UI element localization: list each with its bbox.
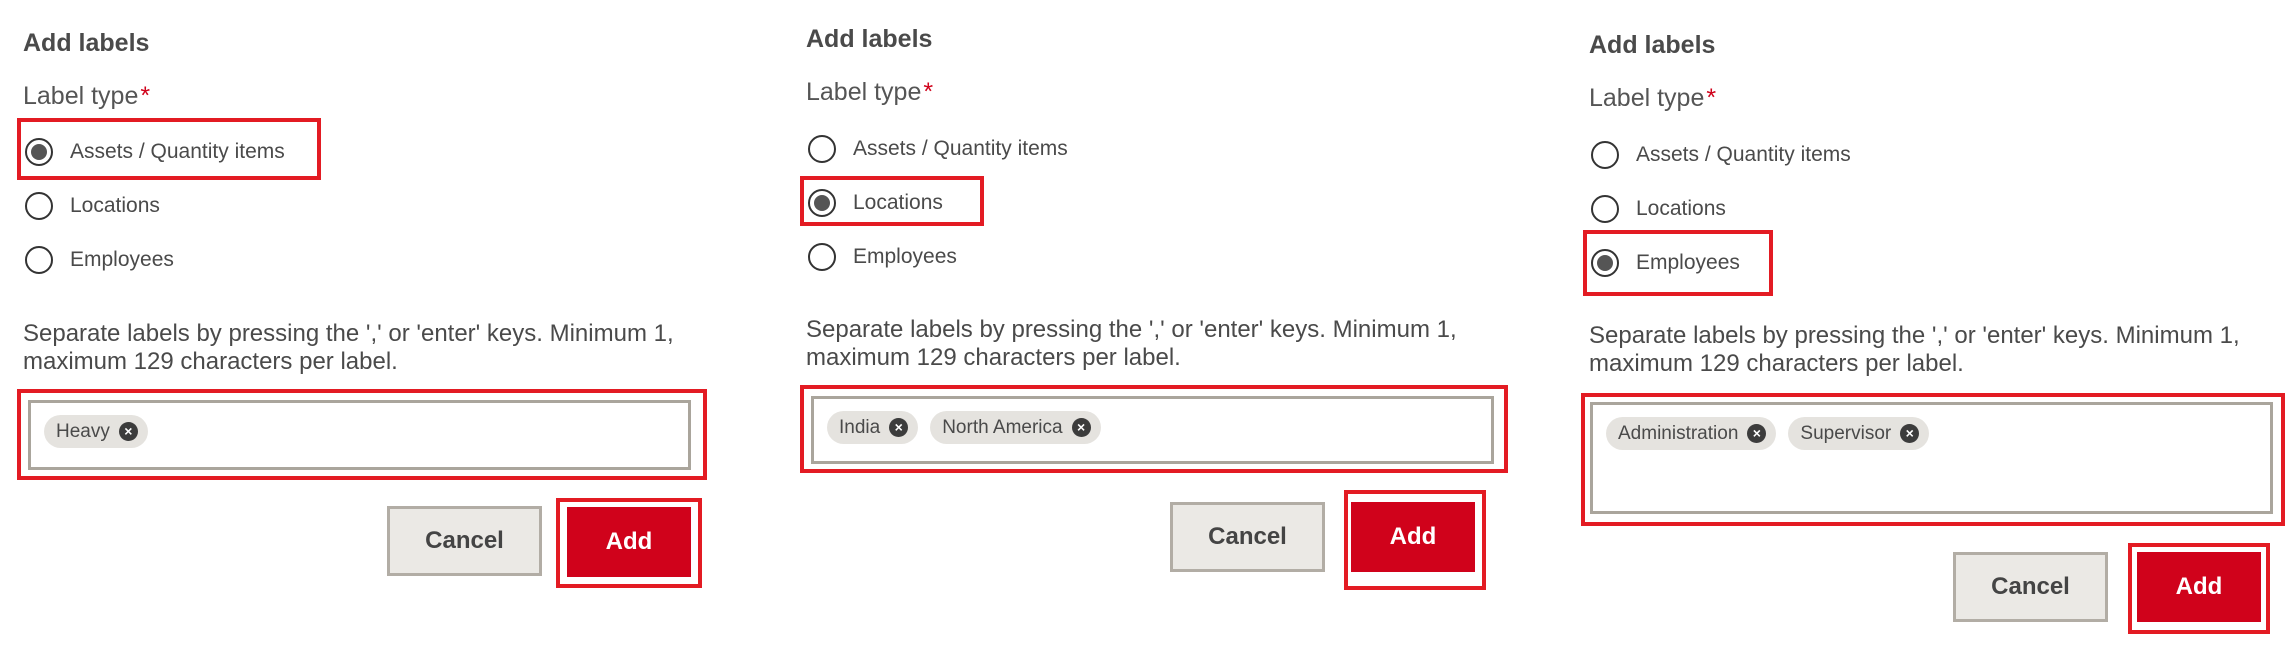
chip-label: Heavy xyxy=(56,420,110,442)
highlight-box xyxy=(17,118,321,180)
highlight-box xyxy=(800,176,984,226)
required-mark: * xyxy=(140,82,151,110)
option-label: Locations xyxy=(70,194,160,217)
chip-label: North America xyxy=(942,416,1063,438)
radio-locations[interactable] xyxy=(1591,195,1619,223)
option-label: Employees xyxy=(853,245,957,268)
cancel-button[interactable]: Cancel xyxy=(1953,552,2108,622)
remove-chip-icon[interactable]: × xyxy=(1900,424,1920,443)
help-text: Separate labels by pressing the ',' or '… xyxy=(1589,322,2240,377)
label-type-heading: Label type* xyxy=(806,78,933,107)
remove-chip-icon[interactable]: × xyxy=(118,422,138,441)
label-type-text: Label type xyxy=(806,78,922,106)
add-button[interactable]: Add xyxy=(2137,552,2261,622)
option-employees[interactable]: Employees xyxy=(808,237,957,277)
radio-locations[interactable] xyxy=(25,192,53,220)
label-type-text: Label type xyxy=(23,82,139,110)
chip-label: India xyxy=(839,416,881,438)
labels-input[interactable]: India × North America × xyxy=(811,396,1494,464)
option-label: Employees xyxy=(70,248,174,271)
option-assets[interactable]: Assets / Quantity items xyxy=(808,129,1068,169)
radio-employees[interactable] xyxy=(808,243,836,271)
chip-list: India × North America × xyxy=(827,411,1101,444)
help-text: Separate labels by pressing the ',' or '… xyxy=(23,320,674,375)
option-locations[interactable]: Locations xyxy=(1591,189,1726,229)
option-label: Locations xyxy=(1636,197,1726,220)
radio-assets[interactable] xyxy=(1591,141,1619,169)
chip-list: Administration × Supervisor × xyxy=(1606,417,1930,450)
label-chip: North America × xyxy=(930,411,1101,444)
label-chip: India × xyxy=(827,411,919,444)
option-employees[interactable]: Employees xyxy=(25,240,174,280)
label-type-heading: Label type* xyxy=(1589,84,1716,113)
panel-title: Add labels xyxy=(1589,31,1716,59)
option-label: Assets / Quantity items xyxy=(853,137,1068,160)
label-chip: Administration × xyxy=(1606,417,1777,450)
label-chip: Supervisor × xyxy=(1788,417,1930,450)
cancel-button[interactable]: Cancel xyxy=(1170,502,1325,572)
chip-label: Supervisor xyxy=(1800,422,1892,444)
panel-title: Add labels xyxy=(806,25,933,53)
option-locations[interactable]: Locations xyxy=(25,186,160,226)
label-type-text: Label type xyxy=(1589,84,1705,112)
chip-label: Administration xyxy=(1618,422,1739,444)
add-button[interactable]: Add xyxy=(1351,502,1475,572)
remove-chip-icon[interactable]: × xyxy=(1747,424,1767,443)
labels-input[interactable]: Heavy × xyxy=(28,400,691,470)
add-button[interactable]: Add xyxy=(567,507,691,577)
option-assets[interactable]: Assets / Quantity items xyxy=(1591,135,1851,175)
highlight-box xyxy=(1583,230,1773,296)
labels-input[interactable]: Administration × Supervisor × xyxy=(1590,402,2273,514)
radio-assets[interactable] xyxy=(808,135,836,163)
remove-chip-icon[interactable]: × xyxy=(889,418,909,437)
add-labels-panel-1: Add labels Label type* Assets / Quantity… xyxy=(0,0,760,652)
label-chip: Heavy × xyxy=(44,415,148,448)
add-labels-panel-2: Add labels Label type* Assets / Quantity… xyxy=(783,0,1543,652)
help-text: Separate labels by pressing the ',' or '… xyxy=(806,316,1457,371)
cancel-button[interactable]: Cancel xyxy=(387,506,542,576)
remove-chip-icon[interactable]: × xyxy=(1071,418,1091,437)
required-mark: * xyxy=(923,78,934,106)
required-mark: * xyxy=(1706,84,1717,112)
option-label: Assets / Quantity items xyxy=(1636,143,1851,166)
panel-title: Add labels xyxy=(23,29,150,57)
label-type-heading: Label type* xyxy=(23,82,150,111)
radio-employees[interactable] xyxy=(25,246,53,274)
chip-list: Heavy × xyxy=(44,415,148,448)
add-labels-panel-3: Add labels Label type* Assets / Quantity… xyxy=(1566,0,2291,652)
